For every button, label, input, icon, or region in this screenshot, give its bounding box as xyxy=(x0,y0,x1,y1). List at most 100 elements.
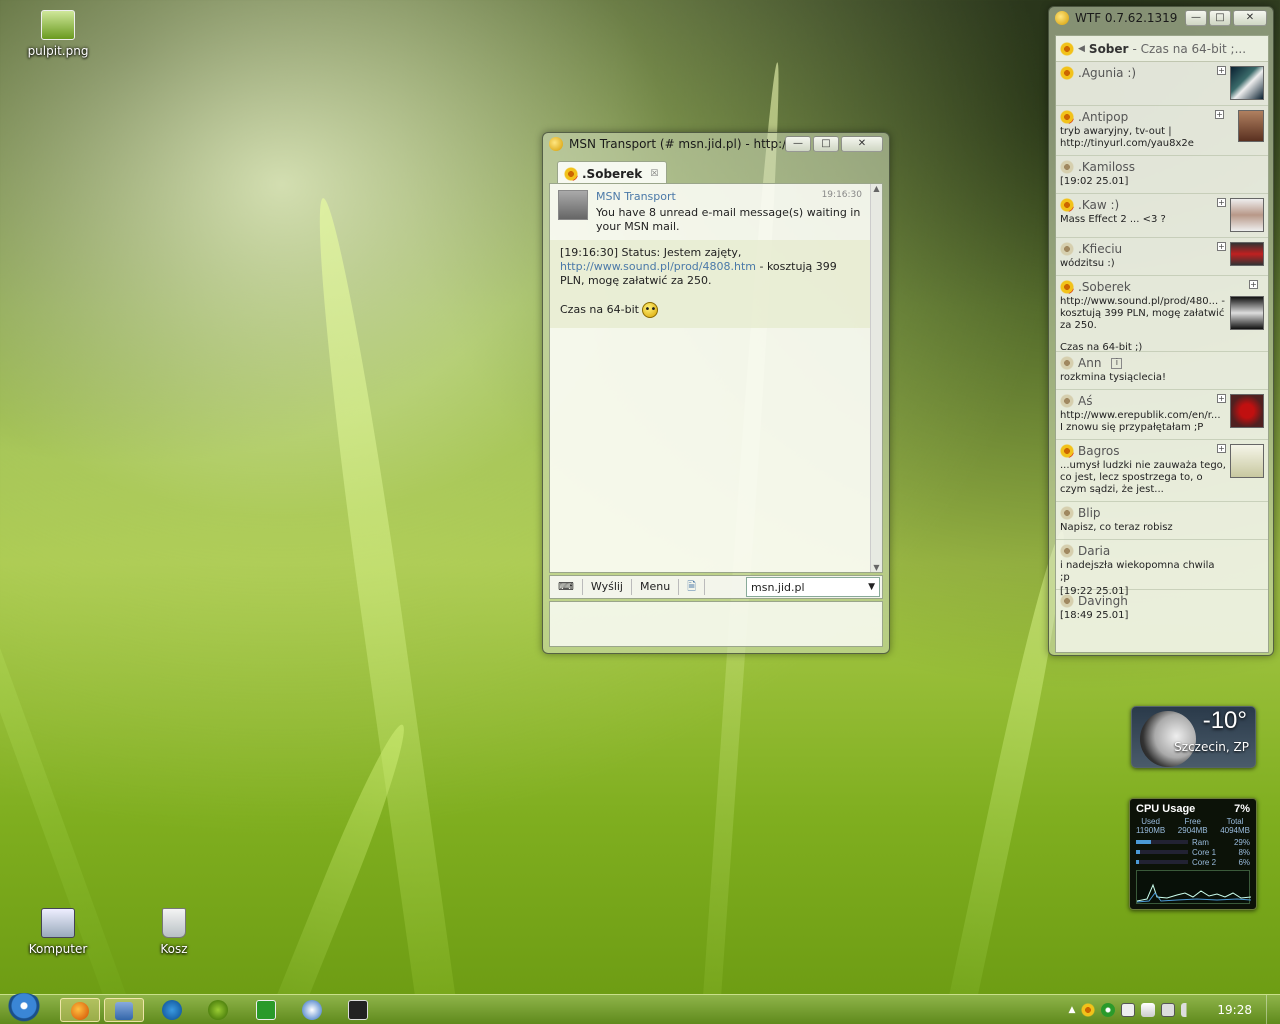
contact-name: Blip xyxy=(1078,506,1101,520)
core1-value: 8% xyxy=(1238,847,1250,857)
shield-icon[interactable] xyxy=(348,1000,368,1020)
clock[interactable]: 19:28 xyxy=(1217,1003,1252,1017)
network-icon[interactable] xyxy=(162,1000,182,1020)
desktop-icon-label: Komputer xyxy=(28,942,88,956)
volume-icon[interactable] xyxy=(1181,1003,1196,1017)
contact-item[interactable]: Bagros ...umysł ludzki nie zauważa tego,… xyxy=(1056,440,1268,502)
contact-name: .Agunia :) xyxy=(1078,66,1137,80)
expand-icon[interactable]: + xyxy=(1217,66,1226,75)
avatar xyxy=(1230,242,1264,266)
message-text: You have 8 unread e-mail message(s) wait… xyxy=(596,206,861,233)
contact-item[interactable]: .Kaw :) Mass Effect 2 ... <3 ? + xyxy=(1056,194,1268,238)
message-input[interactable] xyxy=(549,601,883,647)
contact-name: Davingh xyxy=(1078,594,1128,608)
chat-app-icon[interactable] xyxy=(302,1000,322,1020)
status-away-icon xyxy=(1060,544,1074,558)
chat-log[interactable]: ▲ ▼ MSN Transport 19:16:30 You have 8 unr… xyxy=(549,183,883,573)
expand-icon[interactable]: + xyxy=(1217,394,1226,403)
contact-item[interactable]: Blip Napisz, co teraz robisz xyxy=(1056,502,1268,540)
keyboard-icon[interactable]: ⌨ xyxy=(550,579,583,595)
used-value: 1190MB xyxy=(1136,826,1166,835)
close-button[interactable]: ✕ xyxy=(841,136,883,152)
expand-icon[interactable]: + xyxy=(1249,280,1258,289)
tab-soberek[interactable]: .Soberek ☒ xyxy=(557,161,668,183)
app-icon xyxy=(549,137,563,151)
status-away-icon xyxy=(1060,394,1074,408)
core1-bar-fill xyxy=(1136,850,1141,854)
chat-window: MSN Transport (# msn.jid.pl) - http://..… xyxy=(542,132,890,654)
tray-messenger-icon[interactable] xyxy=(1081,1003,1096,1017)
menu-button[interactable]: Menu xyxy=(632,579,680,595)
info-icon[interactable]: i xyxy=(1111,357,1123,369)
contact-item[interactable]: .Kamiloss [19:02 25.01] xyxy=(1056,156,1268,194)
maximize-button[interactable]: □ xyxy=(813,136,839,152)
ram-bar-fill xyxy=(1136,840,1152,844)
minimize-button[interactable]: — xyxy=(1185,10,1207,26)
status-away-icon xyxy=(1060,594,1074,608)
free-label: Free xyxy=(1184,817,1201,826)
self-status: - Czas na 64-bit ;... xyxy=(1132,41,1247,56)
media-icon[interactable] xyxy=(208,1000,228,1020)
tray-drive-icon[interactable] xyxy=(1121,1003,1136,1017)
chevron-up-icon[interactable]: ▲ xyxy=(1068,1005,1075,1015)
desktop-icon-label: Kosz xyxy=(160,942,188,956)
self-status-bar[interactable]: ◀ Sober - Czas na 64-bit ;... xyxy=(1056,36,1268,62)
account-select[interactable]: msn.jid.pl ▼ xyxy=(746,577,880,597)
chevron-down-icon: ▼ xyxy=(868,582,875,592)
avatar xyxy=(1230,198,1264,232)
document-icon[interactable]: 🗎 xyxy=(679,579,706,595)
image-file-icon xyxy=(41,10,75,40)
cpu-usage-gadget[interactable]: CPU Usage 7% Used 1190MB Free 2904MB Total… xyxy=(1129,798,1257,910)
core2-bar: Core 2 6% xyxy=(1136,857,1250,867)
tray-status-icon[interactable] xyxy=(1101,1003,1116,1017)
expand-icon[interactable]: + xyxy=(1215,110,1224,119)
flag-icon[interactable] xyxy=(1141,1003,1156,1017)
contact-description: rozkmina tysiąclecia! xyxy=(1060,372,1167,383)
close-button[interactable]: ✕ xyxy=(1233,10,1267,26)
chevron-left-icon[interactable]: ◀ xyxy=(1078,44,1085,54)
total-label: Total xyxy=(1226,817,1244,826)
contact-item[interactable]: Daria i nadejszła wiekopomna chwila ;p [… xyxy=(1056,540,1268,597)
contact-item[interactable]: .Antipop tryb awaryjny, tv-out | http://… xyxy=(1056,106,1268,156)
h-app-icon[interactable] xyxy=(256,1000,276,1020)
send-button[interactable]: Wyślij xyxy=(583,579,632,595)
chat-scrollbar[interactable]: ▲ ▼ xyxy=(870,184,882,572)
start-button[interactable] xyxy=(4,993,44,1024)
roster-titlebar[interactable]: WTF 0.7.62.1319 — □ ✕ xyxy=(1049,7,1273,29)
close-tab-icon[interactable]: ☒ xyxy=(650,169,658,179)
desktop-icon-recycle-bin[interactable]: Kosz xyxy=(134,908,214,956)
free-value: 2904MB xyxy=(1177,826,1208,835)
weather-gadget[interactable]: -10° Szczecin, ZP xyxy=(1131,706,1256,768)
minimize-button[interactable]: — xyxy=(785,136,811,152)
taskbar-firefox[interactable] xyxy=(60,998,100,1022)
contact-item[interactable]: Aś http://www.erepublik.com/en/r... I zn… xyxy=(1056,390,1268,440)
contact-item[interactable]: .Agunia :) + xyxy=(1056,62,1268,106)
chat-titlebar[interactable]: MSN Transport (# msn.jid.pl) - http://..… xyxy=(543,133,889,155)
expand-icon[interactable]: + xyxy=(1217,444,1226,453)
expand-icon[interactable]: + xyxy=(1217,198,1226,207)
moon-icon xyxy=(1140,711,1196,767)
taskbar-wtf[interactable] xyxy=(104,998,144,1022)
status-prefix: [19:16:30] Status: Jestem zajęty, xyxy=(560,246,742,259)
contact-item[interactable]: Davingh [18:49 25.01] xyxy=(1056,590,1268,628)
firefox-icon xyxy=(71,1002,89,1020)
contact-name: .Kamiloss xyxy=(1078,160,1136,174)
computer-icon xyxy=(41,908,75,938)
show-desktop-button[interactable] xyxy=(1266,995,1280,1024)
tray-network-icon[interactable] xyxy=(1161,1003,1176,1017)
contact-item[interactable]: Ann i rozkmina tysiąclecia! xyxy=(1056,352,1268,390)
expand-icon[interactable]: + xyxy=(1217,242,1226,251)
contact-item[interactable]: .Soberek http://www.sound.pl/prod/480...… xyxy=(1056,276,1268,353)
maximize-button[interactable]: □ xyxy=(1209,10,1231,26)
contact-item[interactable]: .Kfieciu wódzitsu :) + xyxy=(1056,238,1268,276)
desktop-icon-computer[interactable]: Komputer xyxy=(18,908,98,956)
app-icon xyxy=(1055,11,1069,25)
status-link[interactable]: http://www.sound.pl/prod/4808.htm xyxy=(560,260,756,273)
cpu-title: CPU Usage xyxy=(1136,803,1196,815)
desktop-icon-pulpit[interactable]: pulpit.png xyxy=(18,10,98,58)
contact-description: [19:02 25.01] xyxy=(1060,176,1129,187)
system-tray: ▲ 19:28 xyxy=(1060,995,1280,1024)
contact-list: ◀ Sober - Czas na 64-bit ;... .Agunia :)… xyxy=(1055,35,1269,653)
weather-temperature: -10° xyxy=(1202,707,1247,734)
contact-description: i nadejszła wiekopomna chwila ;p xyxy=(1060,560,1215,583)
